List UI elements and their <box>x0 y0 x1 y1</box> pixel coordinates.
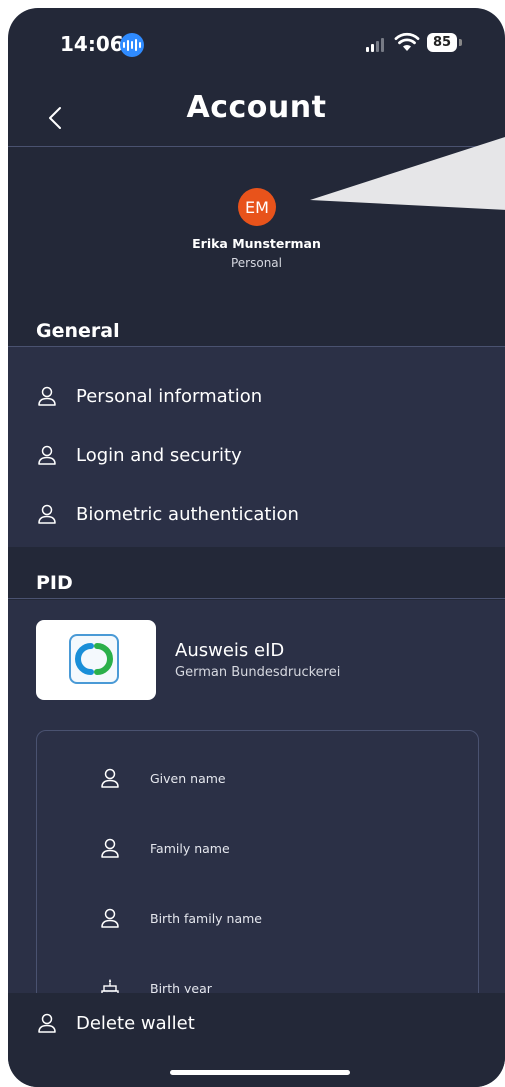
credential-issuer: German Bundesdruckerei <box>175 665 341 680</box>
person-icon <box>38 445 56 465</box>
menu-item-label: Login and security <box>76 444 242 466</box>
audio-recording-icon <box>120 33 144 57</box>
menu-item-personal-information[interactable]: Personal information <box>8 367 505 425</box>
menu-item-label: Personal information <box>76 385 263 407</box>
person-icon <box>38 386 56 406</box>
section-heading-pid: PID <box>36 572 73 594</box>
menu-item-label: Biometric authentication <box>76 503 299 525</box>
ausweis-logo-icon <box>69 634 119 684</box>
person-icon <box>101 768 119 788</box>
avatar[interactable]: EM <box>238 188 276 226</box>
field-label: Given name <box>150 771 226 786</box>
tooltip-pointer <box>310 136 505 210</box>
delete-wallet-label: Delete wallet <box>76 1012 195 1034</box>
field-label: Birth family name <box>150 911 262 926</box>
person-icon <box>101 838 119 858</box>
menu-item-login-security[interactable]: Login and security <box>8 426 505 484</box>
battery-icon: 85 <box>427 33 457 52</box>
section-divider <box>8 598 505 599</box>
status-bar: 14:06 85 <box>8 8 505 82</box>
menu-item-biometric-authentication[interactable]: Biometric authentication <box>8 485 505 543</box>
phone-screen: 14:06 85 Account EM Erika Munsterman Per… <box>8 8 505 1087</box>
profile-name: Erika Munsterman <box>192 236 321 251</box>
field-label: Family name <box>150 841 230 856</box>
status-time: 14:06 <box>60 32 124 56</box>
profile-type: Personal <box>230 256 282 270</box>
pid-fields-box: Given name Family name Birth family name <box>36 730 479 1030</box>
section-heading-general: General <box>36 320 120 342</box>
delete-wallet-button[interactable]: Delete wallet <box>8 994 505 1052</box>
credential-title: Ausweis eID <box>175 640 285 661</box>
general-list: Personal information Login and security … <box>8 347 505 547</box>
field-given-name[interactable]: Given name <box>37 761 478 801</box>
page-title: Account <box>186 90 327 125</box>
battery-tip <box>459 39 462 46</box>
field-birth-family-name[interactable]: Birth family name <box>37 901 478 941</box>
home-indicator[interactable] <box>170 1070 350 1075</box>
cellular-signal-icon <box>366 36 384 52</box>
person-icon <box>38 1013 56 1033</box>
person-icon <box>38 504 56 524</box>
wifi-icon <box>394 32 420 51</box>
person-icon <box>101 908 119 928</box>
credential-card-logo[interactable] <box>36 620 156 700</box>
field-family-name[interactable]: Family name <box>37 831 478 871</box>
